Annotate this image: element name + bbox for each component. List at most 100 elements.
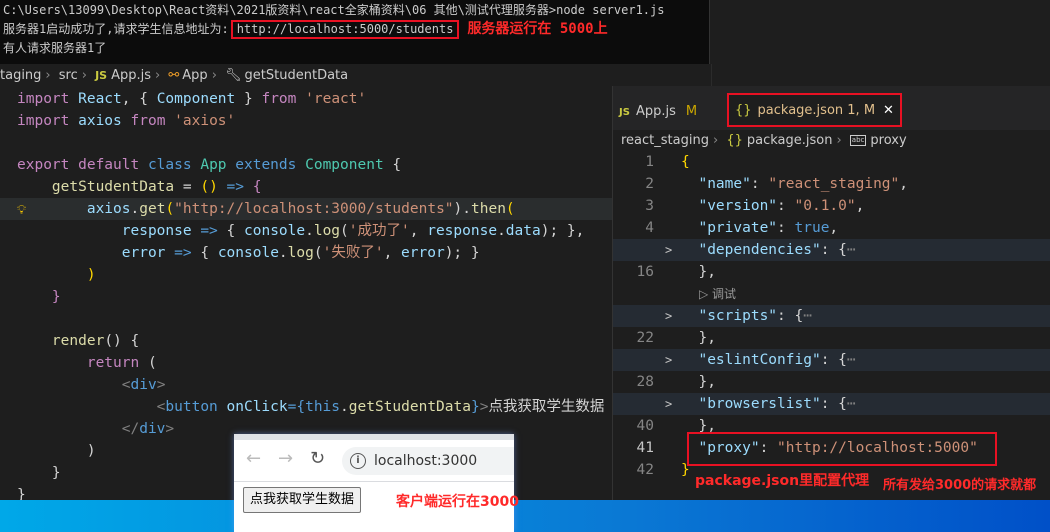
server-url-highlight: http://localhost:5000/students xyxy=(230,20,460,39)
breadcrumb-item[interactable]: getStudentData xyxy=(245,68,349,83)
code-text: }, xyxy=(681,261,715,283)
code-token: ⋯ xyxy=(803,308,812,324)
code-line: 28 }, xyxy=(613,371,1050,393)
code-token: React xyxy=(78,91,122,107)
breadcrumb-item[interactable]: src xyxy=(59,68,78,83)
code-token: , xyxy=(829,220,839,236)
fold-chevron-icon[interactable]: > xyxy=(665,349,672,371)
code-token: div xyxy=(139,421,166,437)
reload-icon[interactable]: ↻ xyxy=(310,448,325,469)
fold-chevron-icon[interactable]: > xyxy=(665,305,672,327)
code-token: '失败了' xyxy=(322,245,384,261)
code-token: 'axios' xyxy=(174,113,236,129)
tab-app-js[interactable]: JS App.js M xyxy=(619,86,697,130)
address-bar[interactable]: i localhost:3000 xyxy=(342,447,514,475)
code-token: } xyxy=(470,399,480,415)
code-token: : { xyxy=(777,308,804,324)
code-token: default xyxy=(78,157,148,173)
code-token: "version" xyxy=(681,198,778,214)
breadcrumb-item[interactable]: react_staging xyxy=(621,133,709,148)
code-token: { xyxy=(252,179,262,195)
info-icon[interactable]: i xyxy=(350,453,366,469)
lightbulb-icon[interactable]: 💡︎ xyxy=(17,200,26,222)
code-token: Component xyxy=(156,91,236,107)
code-token: "react_staging" xyxy=(768,176,900,192)
terminal-command-line: C:\Users\13099\Desktop\React资料\2021版资料\r… xyxy=(3,3,665,17)
code-token: error xyxy=(401,245,445,261)
terminal-panel[interactable]: C:\Users\13099\Desktop\React资料\2021版资料\r… xyxy=(0,0,710,64)
code-token: { xyxy=(200,245,218,261)
code-token: ( xyxy=(165,201,175,217)
code-token: () xyxy=(200,179,227,195)
code-token: ). xyxy=(453,201,471,217)
proxy-highlight-box xyxy=(687,432,997,466)
proxy-annotation: package.json里配置代理 xyxy=(695,473,870,489)
forward-icon[interactable]: → xyxy=(278,448,293,469)
code-token: => xyxy=(174,245,201,261)
js-file-icon: JS xyxy=(95,69,108,82)
code-line: 22 }, xyxy=(613,327,1050,349)
code-token: () { xyxy=(104,333,140,349)
code-token: Component xyxy=(305,157,393,173)
browser-window[interactable]: ← → ↻ i localhost:3000 点我获取学生数据 客户端运行在300… xyxy=(234,434,519,532)
code-line: return ( xyxy=(17,352,711,374)
code-token: > xyxy=(156,377,166,393)
fold-chevron-icon[interactable]: > xyxy=(665,239,672,261)
code-token: response xyxy=(17,223,201,239)
code-token: , xyxy=(383,245,402,261)
breadcrumb-item[interactable]: App.js xyxy=(111,68,151,83)
back-icon[interactable]: ← xyxy=(246,448,261,469)
code-line: ) xyxy=(17,264,711,286)
json-file-icon: {} xyxy=(735,103,752,118)
code-token: ) xyxy=(17,443,96,459)
breadcrumb-item[interactable]: proxy xyxy=(870,133,906,148)
code-token: ⋯ xyxy=(846,242,856,258)
code-token: return xyxy=(17,355,148,371)
code-token: : xyxy=(750,176,769,192)
code-token: . xyxy=(278,245,288,261)
line-number: 1 xyxy=(645,154,654,170)
breadcrumb-item[interactable]: package.json xyxy=(747,133,833,148)
code-text: }, xyxy=(681,327,715,349)
code-token: . xyxy=(130,201,140,217)
breadcrumb: react_staging › {} package.json › abc proxy xyxy=(621,133,907,148)
server-port-annotation: 服务器运行在 5000上 xyxy=(467,21,608,37)
code-text: "name": "react_staging", xyxy=(681,173,908,195)
code-token: render xyxy=(17,333,105,349)
browser-toolbar: ← → ↻ i localhost:3000 xyxy=(234,434,514,482)
code-token: : { xyxy=(820,352,847,368)
breadcrumb-item[interactable]: taging xyxy=(0,68,41,83)
code-token: "scripts" xyxy=(681,308,778,324)
code-token: getStudentData xyxy=(17,179,183,195)
package-json-editor[interactable]: JS App.js M {} package.json 1, M ✕ react_sta… xyxy=(612,86,1050,500)
code-token: class xyxy=(147,157,201,173)
code-token: onClick xyxy=(226,399,288,415)
code-line: 16 }, xyxy=(613,261,1050,283)
line-number: 40 xyxy=(636,418,654,434)
code-line: 4 "private": true, xyxy=(613,217,1050,239)
get-student-data-button[interactable]: 点我获取学生数据 xyxy=(243,487,362,513)
code-line: 17 "scripts": {⋯> xyxy=(613,305,1050,327)
code-text: "scripts": {⋯ xyxy=(613,305,1050,327)
code-token: then xyxy=(471,201,506,217)
fold-chevron-icon[interactable]: > xyxy=(665,393,672,415)
code-token: ={ xyxy=(287,399,306,415)
code-token: } xyxy=(17,289,61,305)
breadcrumb-item[interactable]: App xyxy=(182,68,207,83)
terminal-output-line: 有人请求服务器1了 xyxy=(3,41,107,55)
code-token: extends xyxy=(235,157,306,173)
close-tab-icon[interactable]: ✕ xyxy=(883,103,894,118)
code-line: 23 "eslintConfig": {⋯> xyxy=(613,349,1050,371)
line-number: 16 xyxy=(636,264,654,280)
code-token: "name" xyxy=(681,176,751,192)
modified-badge: M xyxy=(685,104,698,119)
line-number: 42 xyxy=(636,462,654,478)
code-token: "eslintConfig" xyxy=(681,352,821,368)
code-line: 2 "name": "react_staging", xyxy=(613,173,1050,195)
debug-codelens[interactable]: ▷ 调试 xyxy=(699,283,736,305)
client-port-annotation: 客户端运行在3000 xyxy=(396,494,519,510)
code-token: { xyxy=(392,157,402,173)
code-text: "browserslist": {⋯ xyxy=(613,393,1050,415)
tab-package-json[interactable]: {} package.json 1, M ✕ xyxy=(727,93,902,127)
